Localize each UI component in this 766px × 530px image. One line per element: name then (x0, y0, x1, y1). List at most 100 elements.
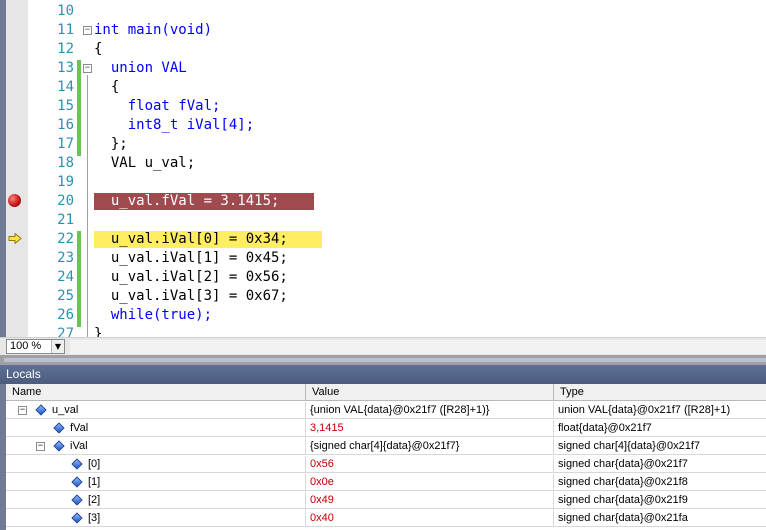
value-cell[interactable]: {signed char[4]{data}@0x21f7} (306, 438, 554, 455)
line-number: 24 (57, 269, 74, 285)
type-cell: union VAL{data}@0x21f7 ([R28]+1) (558, 404, 731, 416)
value-cell[interactable]: 3,1415 (306, 420, 554, 437)
collapse-icon[interactable]: − (36, 442, 45, 451)
variable-icon (35, 404, 47, 416)
code-editor[interactable]: 10 11 − int main(void) 12 { 13 − union V… (0, 0, 766, 337)
code-line: 18 VAL u_val; (0, 154, 766, 173)
variable-icon (53, 440, 65, 452)
code-line: 24 u_val.iVal[2] = 0x56; (0, 268, 766, 287)
variable-name: iVal (70, 440, 88, 452)
code-text: VAL u_val; (94, 155, 196, 171)
variable-name: [0] (88, 458, 101, 470)
line-number: 17 (57, 136, 74, 152)
name-cell: [1] (6, 474, 306, 491)
code-text: u_val.iVal[3] = 0x67; (94, 288, 288, 304)
collapse-region-icon[interactable]: − (83, 26, 92, 35)
type-cell: signed char{data}@0x21f7 (558, 458, 688, 470)
value-cell[interactable]: {union VAL{data}@0x21f7 ([R28]+1)} (306, 402, 554, 419)
chevron-down-icon[interactable]: ▼ (51, 340, 64, 353)
code-line: 12 { (0, 40, 766, 59)
line-number: 22 (57, 231, 74, 247)
code-line: 23 u_val.iVal[1] = 0x45; (0, 249, 766, 268)
code-line: 25 u_val.iVal[3] = 0x67; (0, 287, 766, 306)
table-row[interactable]: [1] 0x0e signed char{data}@0x21f8 (6, 474, 766, 491)
line-number: 14 (57, 79, 74, 95)
code-text: union VAL (94, 60, 187, 76)
code-text: { (94, 41, 103, 57)
variable-name: u_val (52, 404, 79, 416)
variable-name: [3] (88, 512, 101, 524)
column-header-name[interactable]: Name (6, 384, 306, 401)
horizontal-scrollbar[interactable] (70, 340, 766, 354)
variable-name: [2] (88, 494, 101, 506)
line-number: 16 (57, 117, 74, 133)
code-line: 16 int8_t iVal[4]; (0, 116, 766, 135)
code-line: 17 }; (0, 135, 766, 154)
code-line: 19 (0, 173, 766, 192)
code-line: 10 (0, 2, 766, 21)
code-line: 13 − union VAL (0, 59, 766, 78)
name-cell: − iVal (6, 438, 306, 455)
column-header-value[interactable]: Value (306, 384, 554, 401)
table-row[interactable]: − u_val {union VAL{data}@0x21f7 ([R28]+1… (6, 402, 766, 419)
line-number: 11 (57, 22, 74, 38)
line-number: 21 (57, 212, 74, 228)
zoom-dropdown[interactable]: 100 % ▼ (6, 339, 65, 354)
value-cell[interactable]: 0x40 (306, 510, 554, 527)
column-header-type[interactable]: Type (554, 384, 766, 401)
collapse-icon[interactable]: − (18, 406, 27, 415)
table-row[interactable]: − iVal {signed char[4]{data}@0x21f7} sig… (6, 438, 766, 455)
type-cell: signed char{data}@0x21f8 (558, 476, 688, 488)
code-line: 27 } (0, 325, 766, 337)
value-cell[interactable]: 0x56 (306, 456, 554, 473)
variable-icon (71, 494, 83, 506)
collapse-region-icon[interactable]: − (83, 64, 92, 73)
table-row[interactable]: fVal 3,1415 float{data}@0x21f7 (6, 420, 766, 437)
line-number: 25 (57, 288, 74, 304)
variable-icon (71, 476, 83, 488)
line-number: 23 (57, 250, 74, 266)
line-number: 13 (57, 60, 74, 76)
zoom-level: 100 % (10, 340, 42, 352)
variable-icon (53, 422, 65, 434)
code-text: u_val.iVal[0] = 0x34; (94, 231, 288, 247)
type-cell: signed char{data}@0x21f9 (558, 494, 688, 506)
code-text: float fVal; (94, 98, 221, 114)
breakpoint-line: 20 u_val.fVal = 3.1415; (0, 192, 766, 211)
line-number: 27 (57, 326, 74, 337)
line-number: 26 (57, 307, 74, 323)
variable-name: fVal (70, 422, 89, 434)
value-cell[interactable]: 0x49 (306, 492, 554, 509)
variable-icon (71, 512, 83, 524)
value-cell[interactable]: 0x0e (306, 474, 554, 491)
code-text: u_val.iVal[1] = 0x45; (94, 250, 288, 266)
type-cell: signed char[4]{data}@0x21f7 (558, 440, 701, 452)
line-number: 15 (57, 98, 74, 114)
code-text: } (94, 326, 103, 337)
current-statement-line: 22 u_val.iVal[0] = 0x34; (0, 230, 766, 249)
locals-panel-title[interactable]: Locals (0, 365, 766, 384)
table-row[interactable]: [0] 0x56 signed char{data}@0x21f7 (6, 456, 766, 473)
code-text: int main(void) (94, 22, 213, 38)
line-number: 19 (57, 174, 74, 190)
editor-status-strip: 100 % ▼ (0, 337, 766, 355)
type-cell: signed char{data}@0x21fa (558, 512, 688, 524)
table-row[interactable]: [2] 0x49 signed char{data}@0x21f9 (6, 492, 766, 509)
code-text: { (94, 79, 120, 95)
variable-name: [1] (88, 476, 101, 488)
name-cell: fVal (6, 420, 306, 437)
code-text: while(true); (94, 307, 213, 323)
code-line: 26 while(true); (0, 306, 766, 325)
code-line: 21 (0, 211, 766, 230)
splitter-grip (4, 358, 766, 362)
pane-splitter[interactable] (0, 355, 766, 365)
table-row[interactable]: [3] 0x40 signed char{data}@0x21fa (6, 510, 766, 527)
line-number: 10 (57, 3, 74, 19)
name-cell: [2] (6, 492, 306, 509)
locals-grid[interactable]: Name Value Type − u_val {union VAL{data}… (6, 384, 766, 530)
line-number: 12 (57, 41, 74, 57)
code-line: 15 float fVal; (0, 97, 766, 116)
name-cell: − u_val (6, 402, 306, 419)
code-text: int8_t iVal[4]; (94, 117, 255, 133)
line-number: 18 (57, 155, 74, 171)
